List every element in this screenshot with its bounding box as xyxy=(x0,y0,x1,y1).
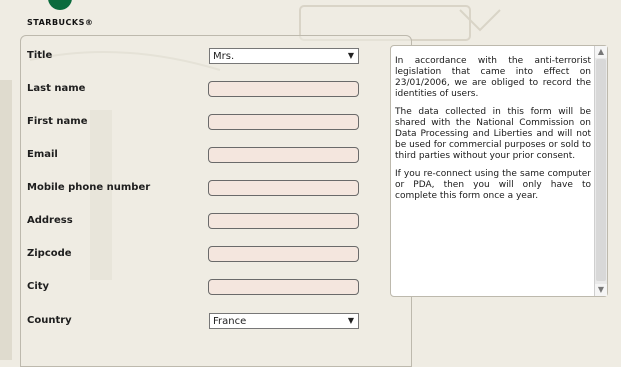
zipcode-input[interactable] xyxy=(208,246,359,262)
mobile-phone-label: Mobile phone number xyxy=(27,182,151,193)
country-selected-value: France xyxy=(213,316,247,327)
form-row-address: Address xyxy=(21,211,411,233)
last-name-label: Last name xyxy=(27,83,86,94)
legal-paragraph: If you re-connect using the same compute… xyxy=(395,169,591,201)
siren-logo-icon xyxy=(48,0,72,10)
first-name-input[interactable] xyxy=(208,114,359,130)
chevron-up-icon[interactable]: ▲ xyxy=(595,46,607,58)
city-input[interactable] xyxy=(208,279,359,295)
address-input[interactable] xyxy=(208,213,359,229)
form-row-last-name: Last name xyxy=(21,79,411,101)
brand-name: STARBUCKS® xyxy=(27,18,94,27)
address-label: Address xyxy=(27,215,73,226)
legal-info-text: In accordance with the anti-terrorist le… xyxy=(395,56,591,209)
title-select[interactable]: Mrs. ▼ xyxy=(209,48,359,64)
zipcode-label: Zipcode xyxy=(27,248,72,259)
form-row-city: City xyxy=(21,277,411,299)
legal-paragraph: The data collected in this form will be … xyxy=(395,107,591,161)
form-row-mobile: Mobile phone number xyxy=(21,178,411,200)
form-row-first-name: First name xyxy=(21,112,411,134)
form-row-email: Email xyxy=(21,145,411,167)
triangle-down-icon: ▼ xyxy=(347,51,354,60)
country-select[interactable]: France ▼ xyxy=(209,313,359,329)
form-row-country: Country France ▼ xyxy=(21,311,411,333)
chevron-down-icon[interactable]: ▼ xyxy=(595,284,607,296)
starbucks-logo: STARBUCKS® xyxy=(22,0,102,30)
country-label: Country xyxy=(27,315,72,326)
last-name-input[interactable] xyxy=(208,81,359,97)
city-label: City xyxy=(27,281,50,292)
title-label: Title xyxy=(27,50,53,61)
info-scrollbar[interactable]: ▲ ▼ xyxy=(594,46,607,296)
scrollbar-thumb[interactable] xyxy=(596,59,606,281)
form-row-title: Title Mrs. ▼ xyxy=(21,46,411,68)
registration-form: Title Mrs. ▼ Last name First name Email … xyxy=(20,35,412,367)
mobile-phone-input[interactable] xyxy=(208,180,359,196)
form-row-zipcode: Zipcode xyxy=(21,244,411,266)
triangle-down-icon: ▼ xyxy=(347,316,354,325)
email-input[interactable] xyxy=(208,147,359,163)
email-label: Email xyxy=(27,149,58,160)
legal-info-box[interactable]: In accordance with the anti-terrorist le… xyxy=(390,45,608,297)
title-selected-value: Mrs. xyxy=(213,51,235,62)
legal-paragraph: In accordance with the anti-terrorist le… xyxy=(395,56,591,99)
first-name-label: First name xyxy=(27,116,88,127)
